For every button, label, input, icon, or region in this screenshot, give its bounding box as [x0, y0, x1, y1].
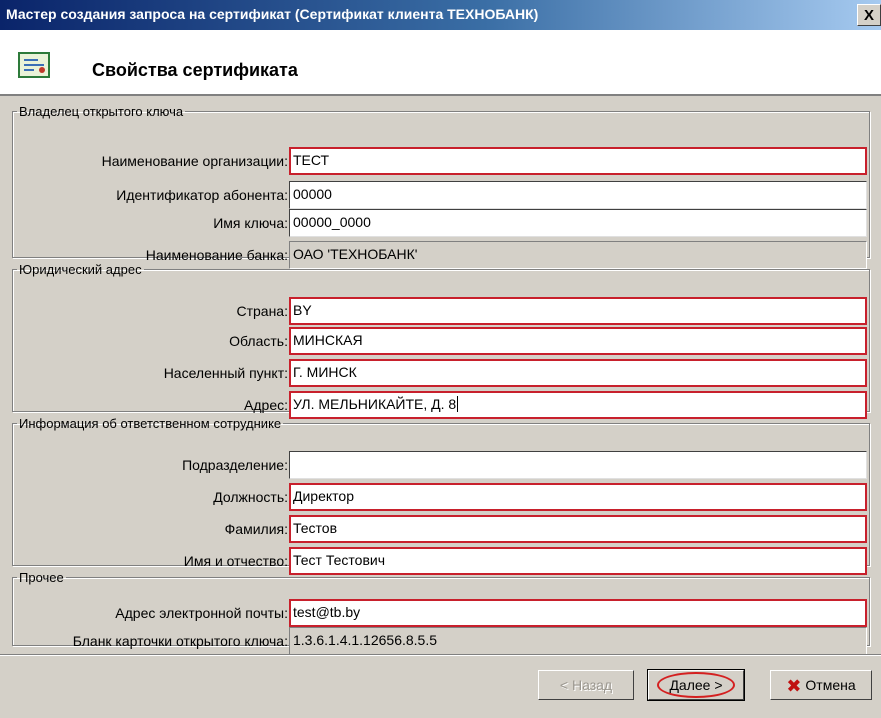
subscriber-id-row: Идентификатор абонента: 00000	[13, 181, 869, 209]
email-field[interactable]: test@tb.by	[289, 599, 867, 627]
surname-field[interactable]: Тестов	[289, 515, 867, 543]
footer-divider	[0, 654, 881, 656]
street-field[interactable]: УЛ. МЕЛЬНИКАЙТЕ, Д. 8	[289, 391, 867, 419]
name-patronymic-label: Имя и отчество:	[183, 553, 288, 569]
key-card-form-row: Бланк карточки открытого ключа: 1.3.6.1.…	[13, 627, 869, 655]
org-name-row: Наименование организации: ТЕСТ	[13, 147, 869, 175]
back-button[interactable]: < Назад	[538, 670, 634, 700]
region-field[interactable]: МИНСКАЯ	[289, 327, 867, 355]
owner-group: Владелец открытого ключа Наименование ор…	[12, 104, 870, 269]
org-name-label: Наименование организации:	[101, 153, 288, 169]
org-name-field[interactable]: ТЕСТ	[289, 147, 867, 175]
next-button[interactable]: Далее >	[647, 669, 745, 701]
cancel-x-icon: ✖	[786, 676, 802, 696]
surname-row: Фамилия: Тестов	[13, 515, 869, 543]
window-title: Мастер создания запроса на сертификат (С…	[6, 6, 539, 22]
locality-field[interactable]: Г. МИНСК	[289, 359, 867, 387]
department-row: Подразделение:	[13, 451, 869, 479]
position-row: Должность: Директор	[13, 483, 869, 511]
key-card-form-field: 1.3.6.1.4.1.12656.8.5.5	[289, 627, 867, 655]
cancel-button[interactable]: ✖ Отмена	[770, 670, 872, 700]
department-field[interactable]	[289, 451, 867, 479]
position-field[interactable]: Директор	[289, 483, 867, 511]
legal-address-group: Юридический адрес Страна: BY Область: МИ…	[12, 262, 870, 419]
street-label: Адрес:	[244, 397, 288, 413]
country-field[interactable]: BY	[289, 297, 867, 325]
wizard-header: Свойства сертификата	[0, 30, 881, 96]
next-button-label: Далее >	[657, 672, 735, 698]
department-label: Подразделение:	[182, 457, 288, 473]
page-title: Свойства сертификата	[92, 60, 298, 80]
region-label: Область:	[229, 333, 288, 349]
other-group-legend: Прочее	[19, 570, 64, 585]
close-button[interactable]: X	[857, 4, 881, 26]
other-group: Прочее Адрес электронной почты: test@tb.…	[12, 570, 870, 655]
locality-label: Населенный пункт:	[163, 365, 288, 381]
country-row: Страна: BY	[13, 297, 869, 325]
owner-group-legend: Владелец открытого ключа	[19, 104, 184, 119]
surname-label: Фамилия:	[224, 521, 288, 537]
street-field-value: УЛ. МЕЛЬНИКАЙТЕ, Д. 8	[293, 396, 457, 412]
title-bar: Мастер создания запроса на сертификат (С…	[0, 0, 881, 30]
key-card-form-label: Бланк карточки открытого ключа:	[72, 633, 288, 649]
region-row: Область: МИНСКАЯ	[13, 327, 869, 355]
locality-row: Населенный пункт: Г. МИНСК	[13, 359, 869, 387]
street-row: Адрес: УЛ. МЕЛЬНИКАЙТЕ, Д. 8	[13, 391, 869, 419]
key-name-label: Имя ключа:	[213, 215, 288, 231]
email-label: Адрес электронной почты:	[115, 605, 288, 621]
key-name-field[interactable]: 00000_0000	[289, 209, 867, 237]
certificate-icon	[18, 52, 50, 78]
cancel-button-label: Отмена	[805, 677, 856, 693]
bank-name-label: Наименование банка:	[145, 247, 288, 263]
employee-group-legend: Информация об ответственном сотруднике	[19, 416, 282, 431]
employee-group: Информация об ответственном сотруднике П…	[12, 416, 870, 575]
subscriber-id-field[interactable]: 00000	[289, 181, 867, 209]
legal-address-legend: Юридический адрес	[19, 262, 142, 277]
email-row: Адрес электронной почты: test@tb.by	[13, 599, 869, 627]
key-name-row: Имя ключа: 00000_0000	[13, 209, 869, 237]
subscriber-id-label: Идентификатор абонента:	[116, 187, 288, 203]
country-label: Страна:	[236, 303, 288, 319]
position-label: Должность:	[213, 489, 288, 505]
text-caret	[457, 396, 459, 412]
